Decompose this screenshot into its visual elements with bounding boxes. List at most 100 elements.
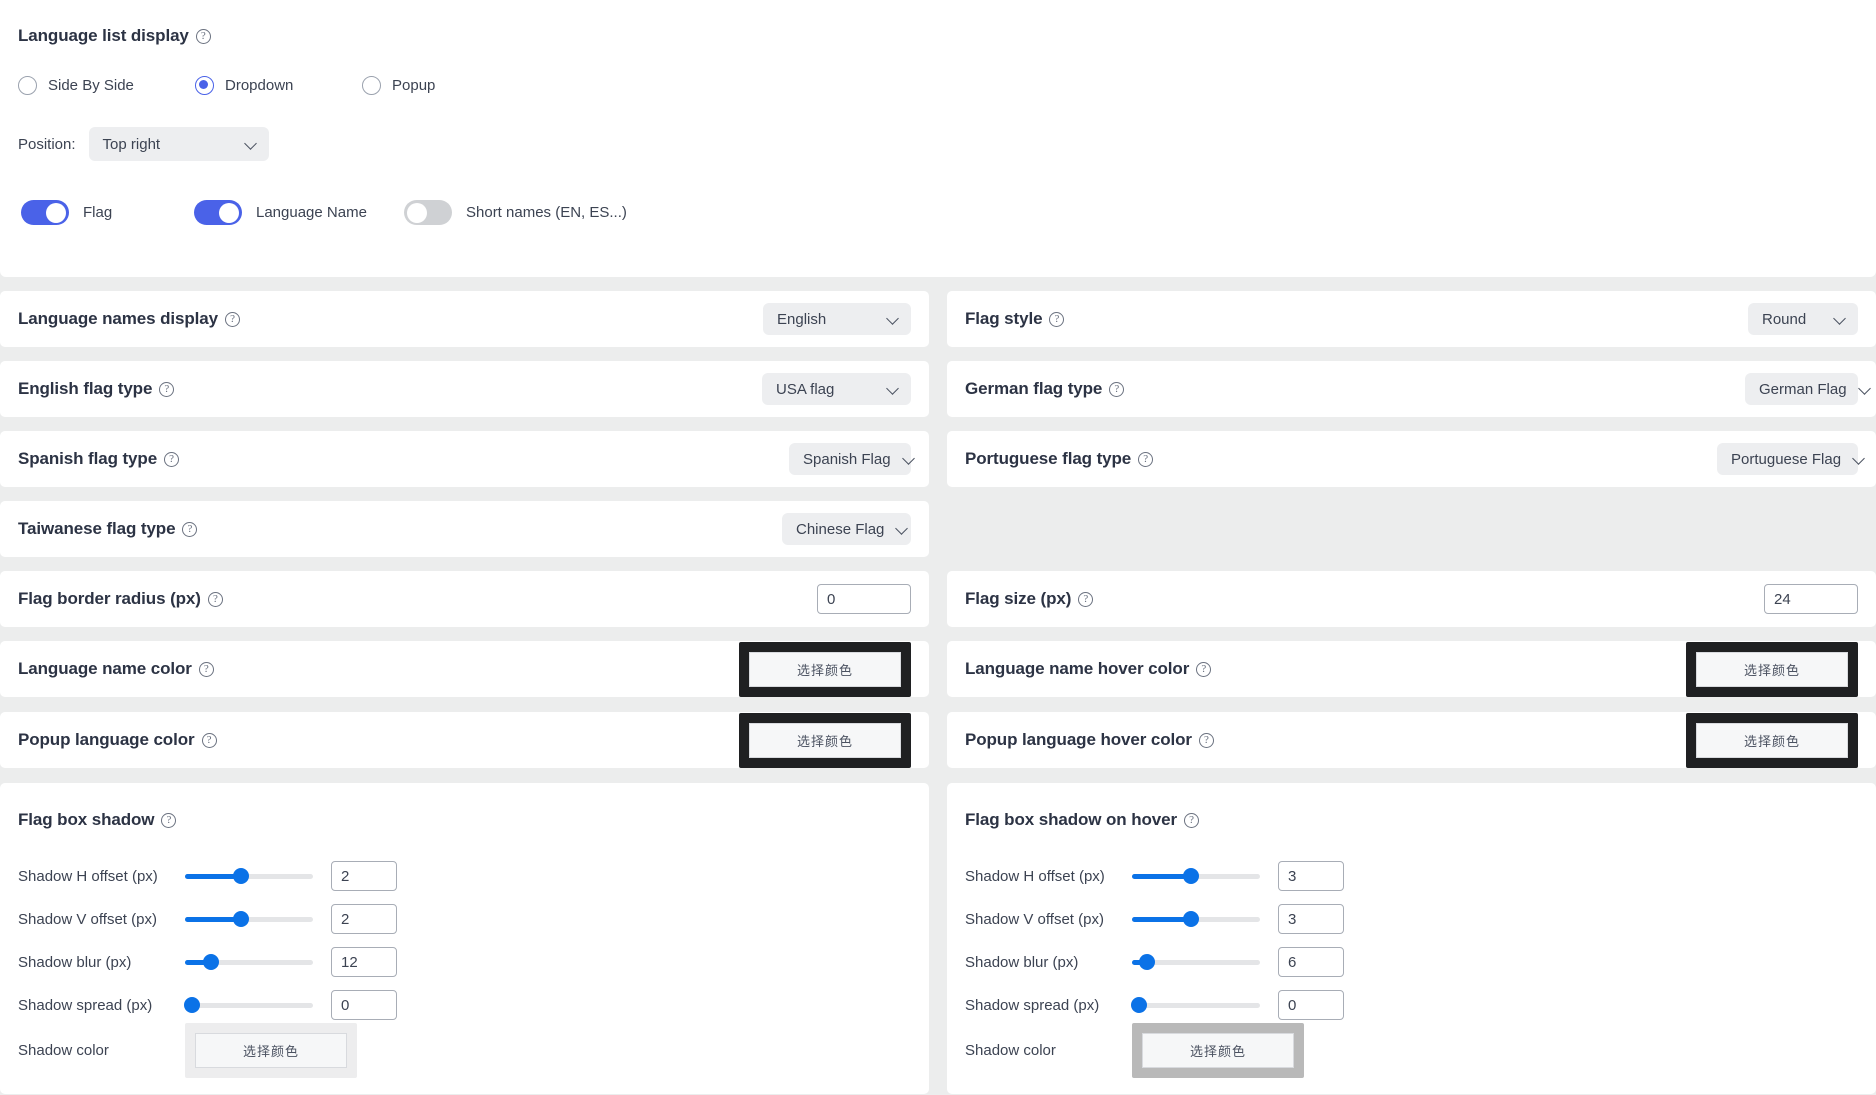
help-icon[interactable]: ? [1049,311,1065,327]
input-flag-border-radius[interactable]: 0 [817,584,911,614]
select-language-names-display[interactable]: English [763,303,911,335]
radio-indicator-popup[interactable] [362,76,381,95]
slider-knob[interactable] [1139,954,1156,970]
position-select[interactable]: Top right [88,127,269,161]
input-hover-shadow-spread[interactable]: 0 [1278,990,1344,1020]
slider-knob[interactable] [1182,868,1199,884]
row-label-text: Language names display [18,309,218,328]
row-label-text: Portuguese flag type [965,449,1132,468]
toggle-label-language-name: Language Name [256,204,367,221]
select-taiwanese-flag-type[interactable]: Chinese Flag [782,513,911,545]
slider-knob[interactable] [233,911,250,927]
radio-indicator-side-by-side[interactable] [18,76,37,95]
slider-knob[interactable] [184,997,200,1013]
panel-title-language-list-display: Language list display ? [18,26,211,46]
color-picker-language-name-color[interactable]: 选择颜色 [739,641,911,697]
toggle-label-flag: Flag [83,204,113,221]
slider-knob[interactable] [233,868,250,884]
radio-label-popup: Popup [392,77,436,94]
radio-indicator-dropdown[interactable] [195,76,214,95]
slider-knob[interactable] [1182,911,1199,927]
select-value: USA flag [776,380,835,398]
color-picker-hover-shadow-color[interactable]: 选择颜色 [1132,1023,1304,1078]
slider-track-hover-shadow-spread[interactable] [1131,997,1260,1013]
help-icon[interactable]: ? [207,591,223,607]
panel-title-text: Flag box shadow [18,810,155,829]
help-icon[interactable]: ? [1184,812,1200,828]
input-hover-shadow-blur[interactable]: 6 [1278,947,1344,977]
color-picker-label: 选择颜色 [1142,1033,1294,1068]
row-spanish-flag-type: Spanish flag type ? Spanish Flag [0,431,929,487]
input-shadow-blur[interactable]: 12 [331,947,397,977]
help-icon[interactable]: ? [1196,661,1212,677]
position-label: Position: [18,135,76,153]
input-value: 2 [341,910,350,928]
chevron-down-icon [887,383,899,395]
slider-knob[interactable] [1131,997,1147,1013]
color-picker-shadow-color[interactable]: 选择颜色 [185,1023,357,1078]
slider-track-shadow-h-offset[interactable] [185,868,313,884]
panel-title-text: Flag box shadow on hover [965,810,1178,829]
input-shadow-h-offset[interactable]: 2 [331,861,397,891]
help-icon[interactable]: ? [224,311,240,327]
help-icon[interactable]: ? [1109,381,1125,397]
select-portuguese-flag-type[interactable]: Portuguese Flag [1717,443,1858,475]
help-icon[interactable]: ? [182,521,198,537]
slider-knob[interactable] [202,954,219,970]
toggle-label-short-names: Short names (EN, ES...) [466,204,627,221]
toggle-language-name[interactable]: Language Name [194,200,367,225]
color-picker-language-name-hover-color[interactable]: 选择颜色 [1686,641,1858,697]
help-icon[interactable]: ? [1138,451,1154,467]
select-flag-style[interactable]: Round [1748,303,1858,335]
radio-option-popup[interactable]: Popup [362,76,435,95]
input-shadow-v-offset[interactable]: 2 [331,904,397,934]
help-icon[interactable]: ? [195,28,211,44]
panel-title-flag-box-shadow: Flag box shadow ? [18,810,177,830]
input-shadow-spread[interactable]: 0 [331,990,397,1020]
help-icon[interactable]: ? [198,661,214,677]
toggle-short-names[interactable]: Short names (EN, ES...) [404,200,627,225]
help-icon[interactable]: ? [1078,591,1094,607]
toggle-switch-short-names[interactable] [404,200,452,225]
slider-track-hover-shadow-blur[interactable] [1132,954,1260,970]
color-picker-popup-language-color[interactable]: 选择颜色 [739,712,911,768]
select-german-flag-type[interactable]: German Flag [1745,373,1858,405]
color-picker-label: 选择颜色 [1696,651,1848,687]
toggle-flag[interactable]: Flag [21,200,112,225]
row-label: Taiwanese flag type ? [18,519,198,539]
input-value: 12 [341,953,358,971]
input-value: 3 [1288,867,1297,885]
shadow-color-label: Shadow color [965,1042,1056,1059]
chevron-down-icon [1859,383,1871,395]
slider-track-hover-shadow-h-offset[interactable] [1132,868,1260,884]
row-label: English flag type ? [18,379,175,399]
row-german-flag-type: German flag type ? German Flag [947,361,1876,417]
input-flag-size[interactable]: 24 [1764,584,1858,614]
input-hover-shadow-h-offset[interactable]: 3 [1278,861,1344,891]
help-icon[interactable]: ? [161,812,177,828]
toggle-switch-flag[interactable] [21,200,69,225]
panel-title-text: Language list display [18,26,189,45]
row-popup-language-color: Popup language color ? 选择颜色 [0,712,929,768]
select-english-flag-type[interactable]: USA flag [762,373,911,405]
radio-option-side-by-side[interactable]: Side By Side [18,76,134,95]
help-icon[interactable]: ? [1198,732,1214,748]
slider-track-shadow-spread[interactable] [184,997,313,1013]
help-icon[interactable]: ? [164,451,180,467]
color-picker-popup-language-hover-color[interactable]: 选择颜色 [1686,712,1858,768]
help-icon[interactable]: ? [201,732,217,748]
slider-label: Shadow V offset (px) [965,910,1104,928]
slider-track-shadow-v-offset[interactable] [185,911,313,927]
help-icon[interactable]: ? [159,381,175,397]
radio-option-dropdown[interactable]: Dropdown [195,76,293,95]
slider-track-shadow-blur[interactable] [185,954,313,970]
slider-track-hover-shadow-v-offset[interactable] [1132,911,1260,927]
row-language-name-color: Language name color ? 选择颜色 [0,641,929,697]
row-label-text: Popup language color [18,730,195,749]
select-spanish-flag-type[interactable]: Spanish Flag [789,443,911,475]
slider-row-hover-shadow-v-offset: Shadow V offset (px) 3 [965,904,1344,934]
toggle-switch-language-name[interactable] [194,200,242,225]
shadow-color-row-hover: Shadow color 选择颜色 [965,1023,1304,1078]
row-label: Portuguese flag type ? [965,449,1154,469]
input-hover-shadow-v-offset[interactable]: 3 [1278,904,1344,934]
